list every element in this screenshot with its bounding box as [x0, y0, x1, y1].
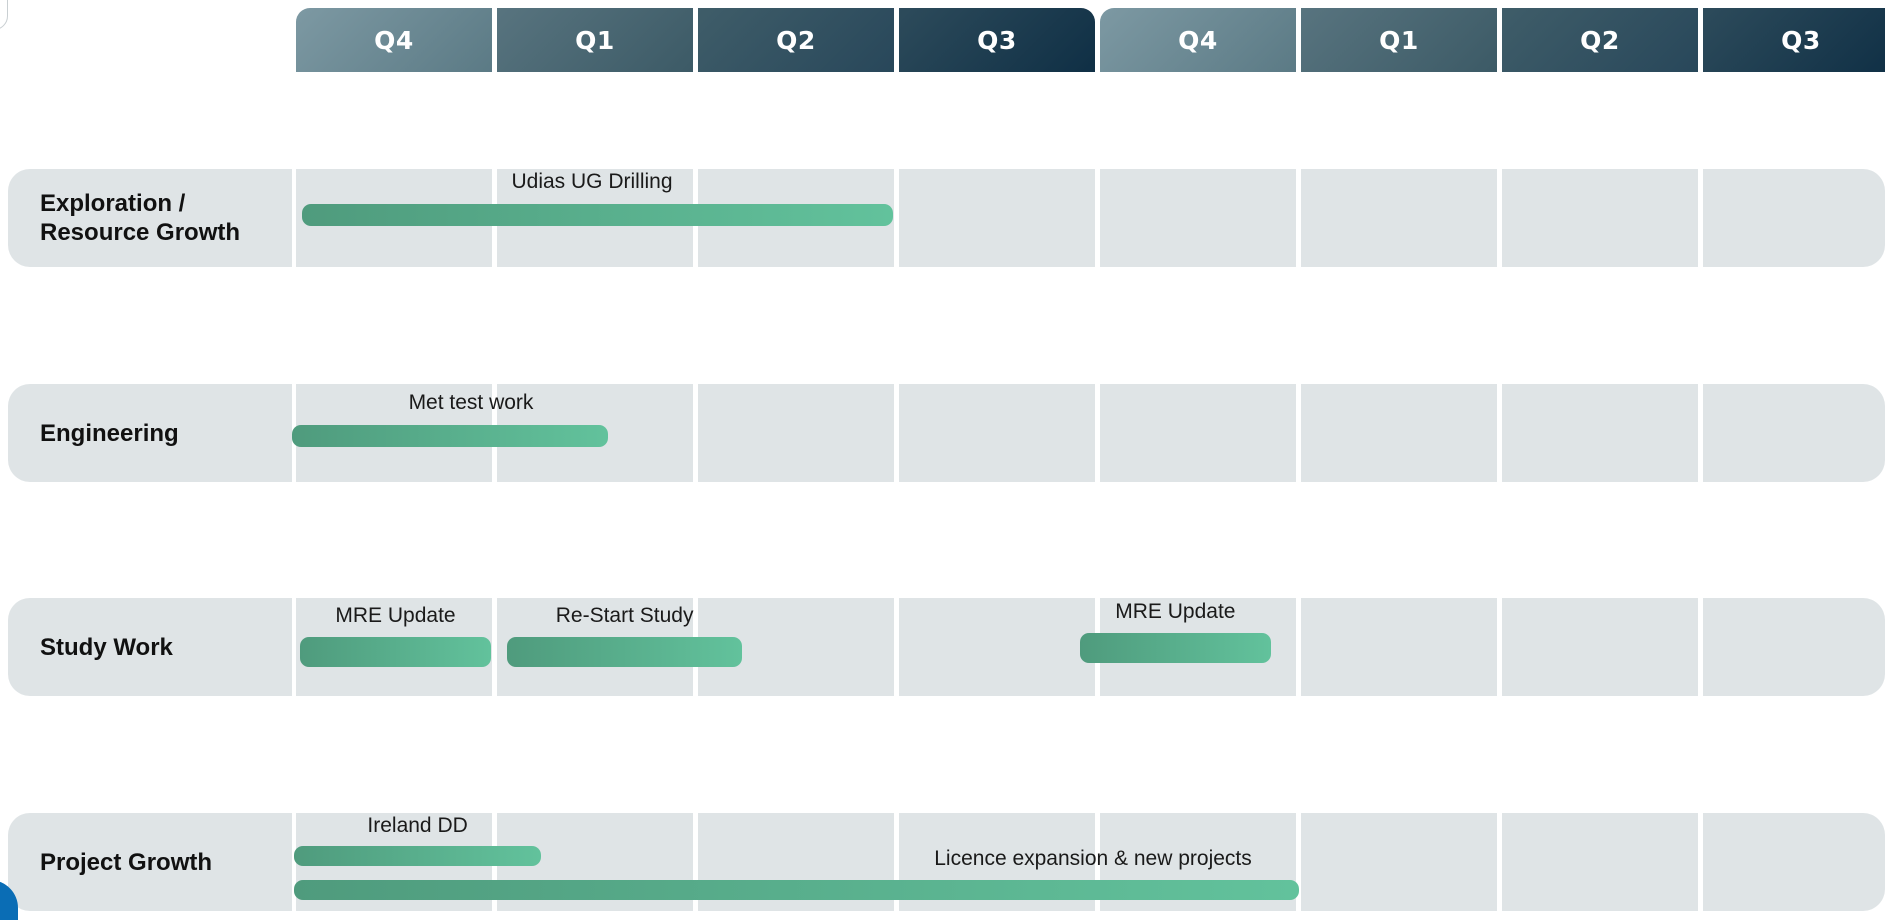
timeline-bar-label: Met test work — [408, 391, 534, 414]
quarter-header-4: Q3 — [899, 8, 1095, 72]
grid-cell — [1703, 813, 1885, 911]
timeline-bar-label: MRE Update — [1115, 600, 1236, 623]
grid-cell — [1502, 384, 1698, 482]
corner-decoration — [0, 0, 8, 30]
quarter-header-8: Q3 — [1703, 8, 1885, 72]
grid-cell — [1301, 384, 1497, 482]
timeline-bar — [302, 204, 893, 226]
row-label-box: Project Growth — [8, 813, 292, 911]
grid-cell — [1703, 384, 1885, 482]
quarter-header-3: Q2 — [698, 8, 894, 72]
timeline-bar — [293, 846, 542, 866]
grid-cell — [698, 384, 894, 482]
row-label-box: Engineering — [8, 384, 292, 482]
grid-cell — [899, 598, 1095, 696]
row-label: Exploration / Resource Growth — [40, 190, 241, 246]
quarter-header-5: Q4 — [1100, 8, 1296, 72]
grid-cell — [1301, 169, 1497, 267]
timeline-bar — [507, 637, 743, 667]
row-label: Engineering — [40, 419, 179, 447]
grid-cell — [1502, 598, 1698, 696]
timeline-bar-label: Re-Start Study — [555, 604, 694, 627]
grid-cell — [1100, 384, 1296, 482]
grid-cell — [1502, 813, 1698, 911]
quarter-header-6: Q1 — [1301, 8, 1497, 72]
timeline-bar-label: MRE Update — [335, 604, 456, 627]
grid-cell — [1502, 169, 1698, 267]
row-label: Study Work — [40, 633, 173, 661]
timeline-bar — [1079, 633, 1271, 663]
quarter-header-1: Q4 — [296, 8, 492, 72]
timeline-bar-label: Ireland DD — [367, 814, 468, 837]
timeline-bar-label: Udias UG Drilling — [511, 170, 673, 193]
quarter-header-7: Q2 — [1502, 8, 1698, 72]
row-label-box: Study Work — [8, 598, 292, 696]
timeline-bar-label: Licence expansion & new projects — [934, 847, 1252, 870]
grid-cell — [1703, 169, 1885, 267]
timeline-bar — [293, 880, 1299, 900]
grid-cell — [1100, 169, 1296, 267]
grid-cell — [899, 169, 1095, 267]
row-label: Project Growth — [40, 848, 213, 876]
row-label-box: Exploration / Resource Growth — [8, 169, 292, 267]
grid-cell — [1301, 813, 1497, 911]
grid-cell — [899, 384, 1095, 482]
timeline-bar — [300, 637, 491, 667]
timeline-bar — [291, 425, 608, 447]
grid-cell — [1301, 598, 1497, 696]
grid-cell — [1703, 598, 1885, 696]
gantt-chart: Q4 Q1 Q2 Q3 Q4 Q1 Q2 Q3 Exploration / Resource … — [0, 0, 1885, 920]
quarter-header-2: Q1 — [497, 8, 693, 72]
